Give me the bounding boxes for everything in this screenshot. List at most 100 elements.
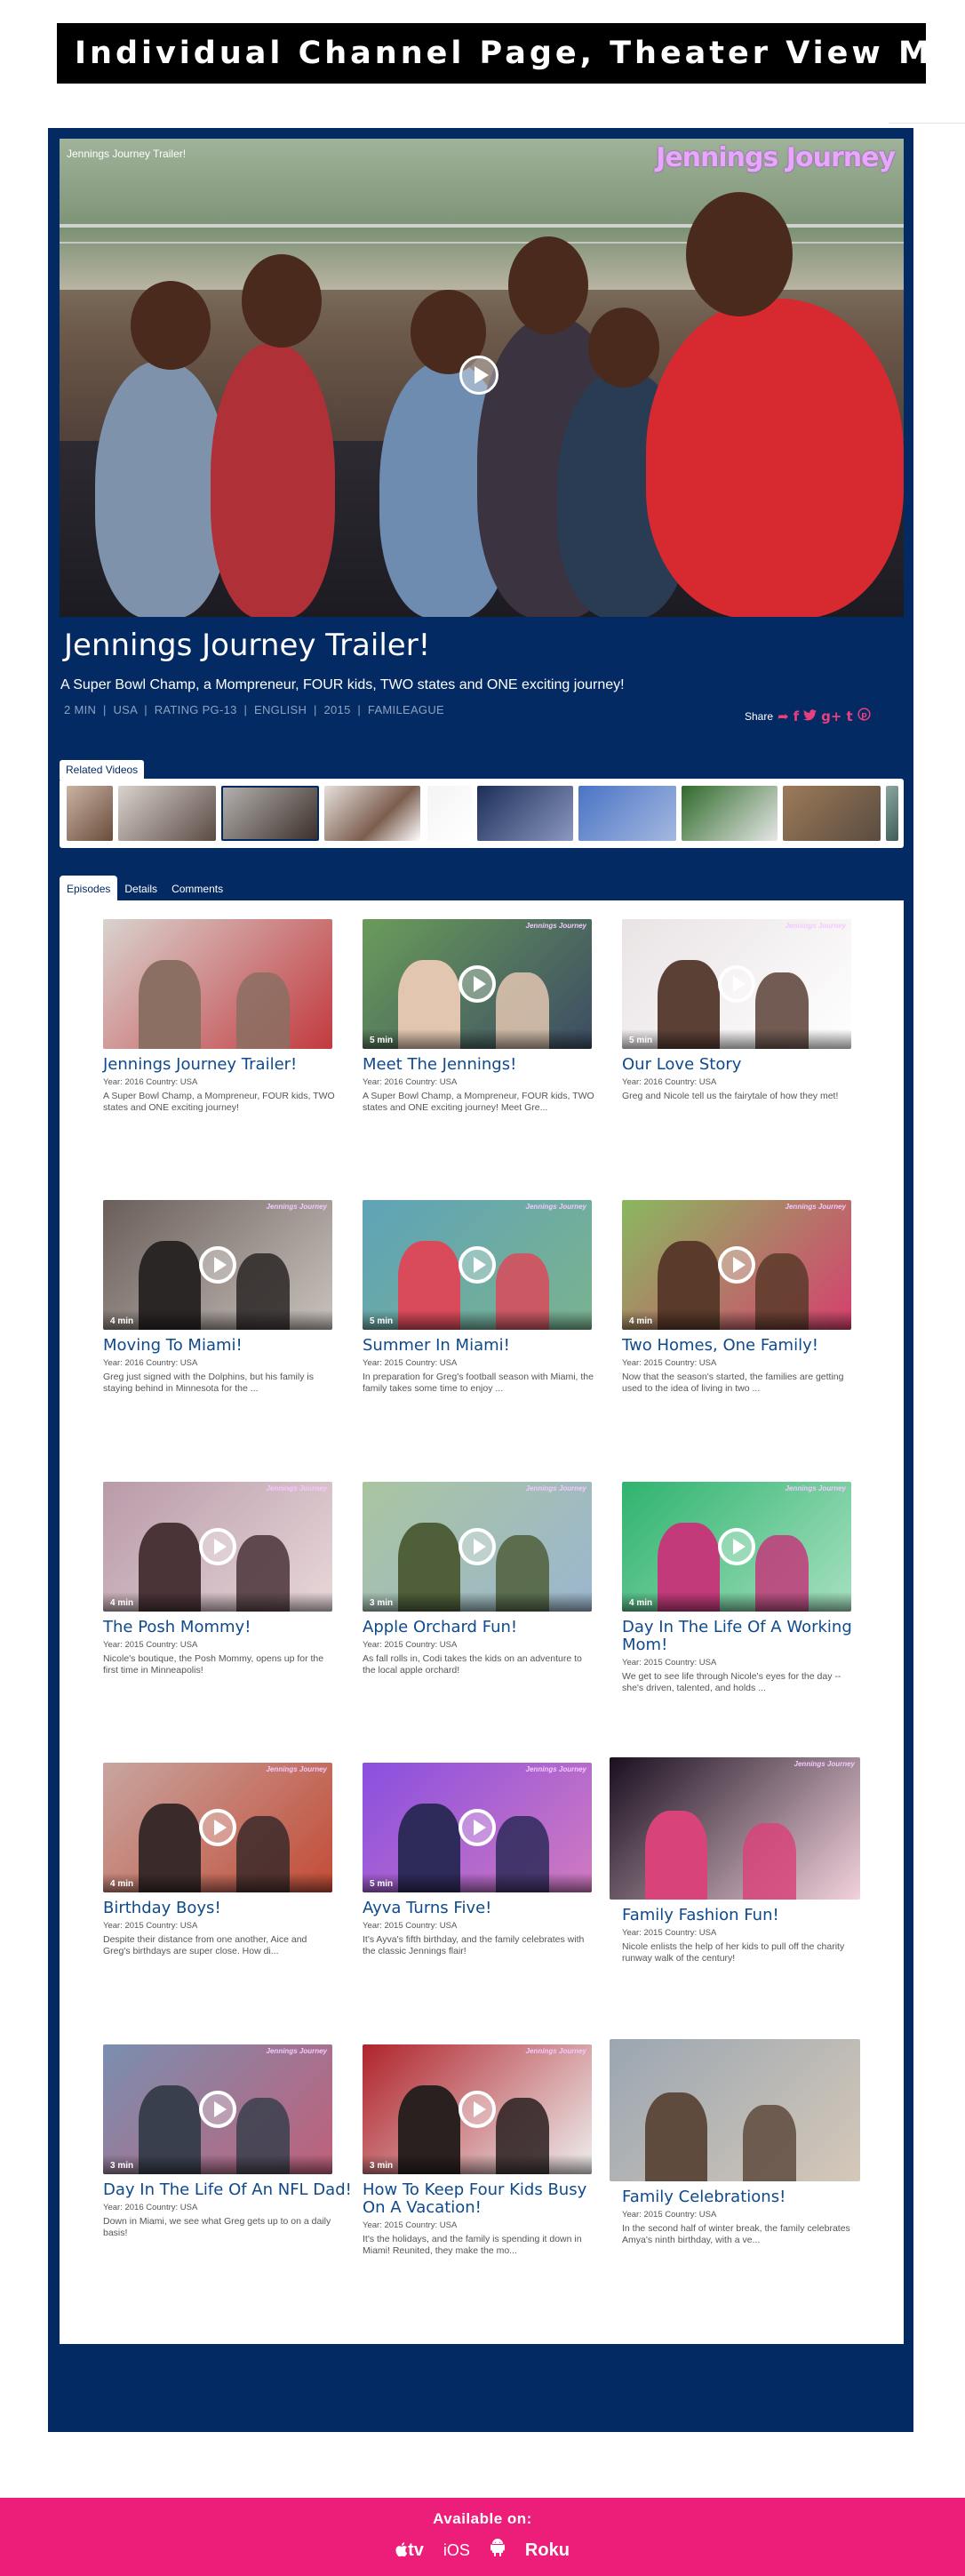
episode-title[interactable]: Apple Orchard Fun!	[363, 1619, 611, 1636]
video-player[interactable]: Jennings Journey Trailer! Jennings Journ…	[60, 139, 904, 617]
episode-thumbnail[interactable]: Jennings Journey 5 min	[363, 919, 592, 1049]
roku-icon[interactable]: Roku	[525, 2540, 570, 2561]
episode-card[interactable]: Jennings Journey 5 min Our Love Story Year:…	[622, 919, 871, 1102]
related-videos-tab[interactable]: Related Videos	[60, 760, 145, 780]
play-circle-icon[interactable]	[718, 965, 755, 1003]
episode-meta: Year: 2015 Country: USA	[363, 2220, 458, 2230]
play-circle-icon[interactable]	[199, 1246, 236, 1284]
episode-thumbnail[interactable]: Jennings Journey 3 min	[363, 2044, 592, 2174]
episode-thumbnail[interactable]: Jennings Journey 4 min	[622, 1482, 851, 1612]
share-arrow-icon[interactable]: ➦	[778, 708, 789, 724]
android-icon[interactable]	[490, 2539, 506, 2562]
related-thumbnail[interactable]	[578, 786, 676, 841]
episode-thumbnail[interactable]: Jennings Journey 3 min	[363, 1482, 592, 1612]
video-figure	[646, 299, 904, 617]
episode-thumbnail[interactable]: Jennings Journey 5 min	[363, 1763, 592, 1892]
episode-card[interactable]: Jennings Journey 4 min The Posh Mommy! Year…	[103, 1482, 352, 1676]
play-circle-icon[interactable]	[459, 1809, 496, 1846]
related-thumbnail[interactable]	[477, 786, 573, 841]
episode-thumbnail[interactable]: Jennings Journey 5 min	[363, 1200, 592, 1330]
play-circle-icon[interactable]	[459, 1528, 496, 1565]
episode-card[interactable]: Jennings Journey 5 min Summer In Miami! Yea…	[363, 1200, 611, 1395]
episode-card[interactable]: Jennings Journey 3 min How To Keep Four Ki…	[363, 2044, 611, 2257]
episode-thumbnail[interactable]: Jennings Journey 3 min	[103, 2044, 332, 2174]
thumbnail-figure	[645, 2092, 707, 2181]
episode-meta: Year: 2015 Country: USA	[103, 1639, 198, 1650]
episode-thumbnail[interactable]: Jennings Journey 4 min	[622, 1200, 851, 1330]
episode-title[interactable]: Day In The Life Of An NFL Dad!	[103, 2181, 352, 2199]
episode-title[interactable]: Ayva Turns Five!	[363, 1900, 611, 1917]
episode-card[interactable]: Jennings Journey 3 min Day In The Life Of …	[103, 2044, 352, 2239]
episode-thumbnail[interactable]: Jennings Journey	[610, 1757, 860, 1900]
episode-card[interactable]: Jennings Journey 4 min Birthday Boys! Year:…	[103, 1763, 352, 1957]
episode-card[interactable]: Jennings Journey 4 min Two Homes, One Fami…	[622, 1200, 871, 1395]
related-thumbnail[interactable]	[118, 786, 216, 841]
episode-card[interactable]: Family Celebrations! Year: 2015 Country: …	[610, 2039, 871, 2246]
tab-comments[interactable]: Comments	[164, 876, 230, 900]
episode-thumbnail[interactable]: Jennings Journey 4 min	[103, 1763, 332, 1892]
episode-thumbnail[interactable]: Jennings Journey 4 min	[103, 1200, 332, 1330]
related-thumbnail[interactable]	[682, 786, 778, 841]
episode-title[interactable]: Two Homes, One Family!	[622, 1337, 871, 1355]
episode-card[interactable]: Jennings Journey Family Fashion Fun! Year:…	[610, 1757, 871, 1964]
video-figure	[95, 361, 228, 617]
tumblr-icon[interactable]: t	[846, 708, 852, 724]
duration-badge: 4 min	[629, 1598, 653, 1608]
play-circle-icon[interactable]	[199, 2091, 236, 2128]
episode-title[interactable]: Family Fashion Fun!	[622, 1907, 871, 1924]
episode-title[interactable]: How To Keep Four Kids Busy On A Vacation…	[363, 2181, 611, 2217]
episode-thumbnail[interactable]: Jennings Journey 5 min	[622, 919, 851, 1049]
related-thumbnail[interactable]	[221, 786, 319, 841]
related-videos-strip	[60, 779, 904, 848]
episode-title[interactable]: Family Celebrations!	[622, 2188, 871, 2206]
thumbnail-logo: Jennings Journey	[266, 2047, 327, 2055]
thumbnail-logo: Jennings Journey	[266, 1203, 327, 1211]
episode-card[interactable]: Jennings Journey 5 min Meet The Jennings! Y…	[363, 919, 611, 1114]
play-circle-icon[interactable]	[718, 1528, 755, 1565]
share-bar: Share ➦ f g+ t p	[745, 708, 871, 724]
episode-title[interactable]: Meet The Jennings!	[363, 1056, 611, 1074]
episode-title[interactable]: Jennings Journey Trailer!	[103, 1056, 352, 1074]
episode-title[interactable]: Birthday Boys!	[103, 1900, 352, 1917]
related-thumbnail[interactable]	[886, 786, 898, 841]
episode-title[interactable]: Moving To Miami!	[103, 1337, 352, 1355]
episode-thumbnail[interactable]: Jennings Journey 4 min	[103, 1482, 332, 1612]
google-plus-icon[interactable]: g+	[821, 708, 841, 724]
play-circle-icon[interactable]	[199, 1528, 236, 1565]
tab-details[interactable]: Details	[117, 876, 164, 900]
episode-thumbnail[interactable]	[103, 919, 332, 1049]
episode-title[interactable]: Summer In Miami!	[363, 1337, 611, 1355]
share-label: Share	[745, 709, 774, 723]
video-figure-head	[686, 192, 793, 316]
play-circle-icon[interactable]	[459, 1246, 496, 1284]
related-thumbnail[interactable]	[427, 786, 472, 841]
episode-meta: Year: 2015 Country: USA	[363, 1639, 458, 1650]
play-circle-icon[interactable]	[459, 356, 498, 395]
ios-icon[interactable]: iOS	[443, 2541, 470, 2560]
episode-card[interactable]: Jennings Journey 4 min Day In The Life Of …	[622, 1482, 871, 1694]
episode-thumbnail[interactable]	[610, 2039, 860, 2181]
twitter-icon[interactable]	[803, 708, 817, 724]
thumbnail-logo: Jennings Journey	[525, 1203, 586, 1211]
play-circle-icon[interactable]	[459, 965, 496, 1003]
episode-card[interactable]: Jennings Journey Trailer! Year: 2016 Coun…	[103, 919, 352, 1114]
thumbnail-shade	[363, 2155, 592, 2174]
related-thumbnail[interactable]	[67, 786, 113, 841]
play-circle-icon[interactable]	[199, 1809, 236, 1846]
video-figure	[211, 343, 335, 617]
pinterest-icon[interactable]: p	[857, 708, 871, 724]
tab-episodes[interactable]: Episodes	[60, 876, 118, 900]
apple-tv-icon[interactable]: tv	[395, 2540, 424, 2561]
episode-title[interactable]: Day In The Life Of A Working Mom!	[622, 1619, 871, 1654]
play-circle-icon[interactable]	[459, 2091, 496, 2128]
episode-title[interactable]: The Posh Mommy!	[103, 1619, 352, 1636]
related-thumbnail[interactable]	[324, 786, 420, 841]
duration-badge: 3 min	[370, 2161, 394, 2171]
related-thumbnail[interactable]	[783, 786, 881, 841]
facebook-icon[interactable]: f	[794, 708, 800, 724]
episode-card[interactable]: Jennings Journey 5 min Ayva Turns Five! Yea…	[363, 1763, 611, 1957]
episode-card[interactable]: Jennings Journey 4 min Moving To Miami! Yea…	[103, 1200, 352, 1395]
episode-title[interactable]: Our Love Story	[622, 1056, 871, 1074]
episode-card[interactable]: Jennings Journey 3 min Apple Orchard Fun! Y…	[363, 1482, 611, 1676]
play-circle-icon[interactable]	[718, 1246, 755, 1284]
